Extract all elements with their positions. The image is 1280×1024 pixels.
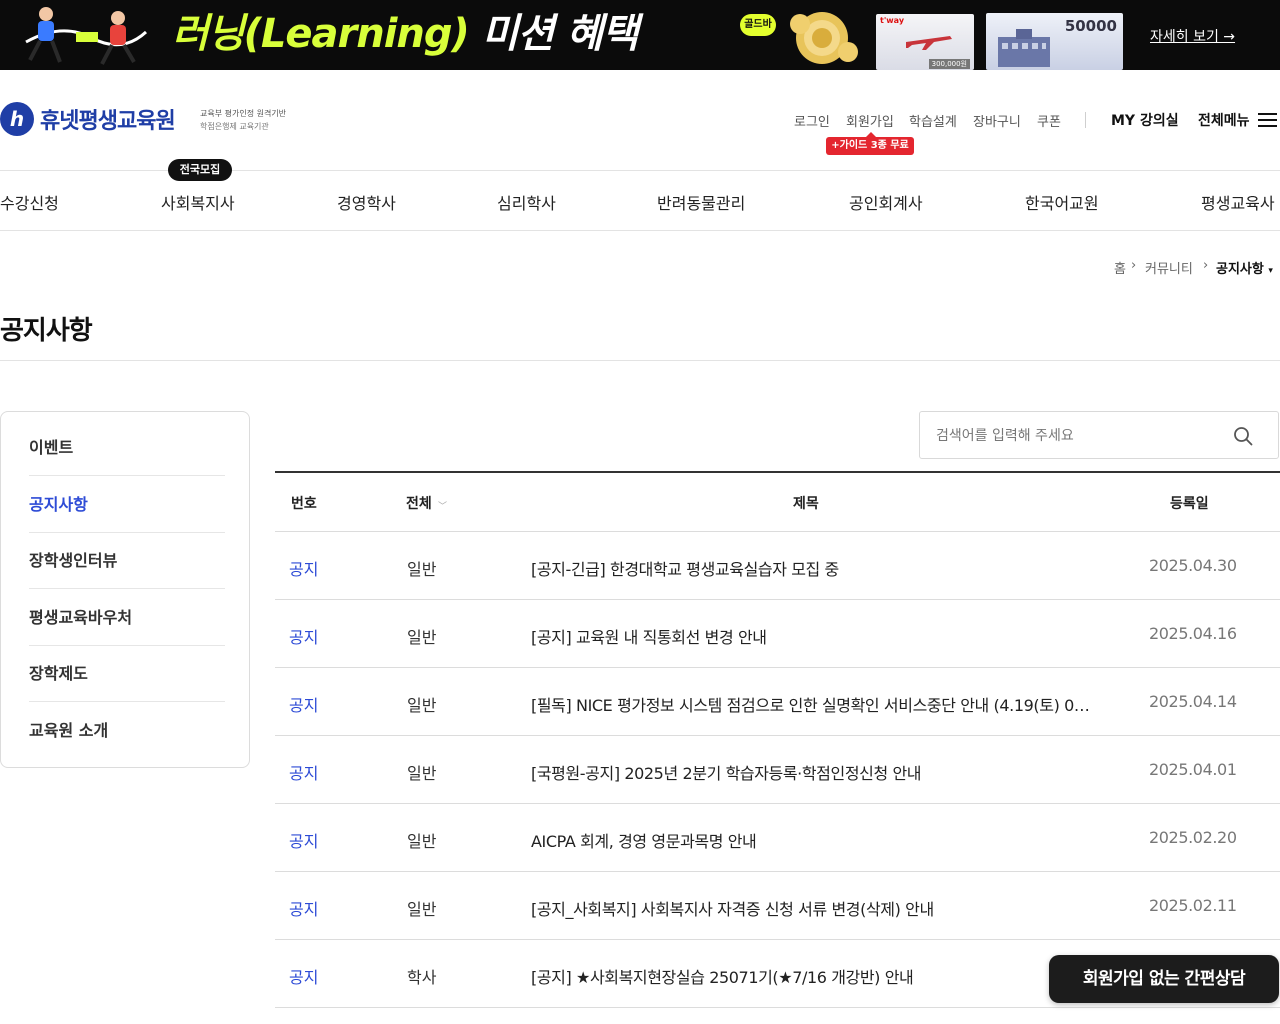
breadcrumb-community[interactable]: 커뮤니티 [1145,258,1193,277]
nationwide-badge: 전국모집 [168,159,232,181]
chevron-right-icon: › [1131,258,1137,273]
login-link[interactable]: 로그인 [794,111,830,130]
airplane-icon [906,36,952,50]
nav-item-pet-care[interactable]: 반려동물관리 [657,190,745,214]
row-title-link[interactable]: [공지] 교육원 내 직통회선 변경 안내 [531,624,1097,648]
row-number: 공지 [289,628,319,647]
site-logo[interactable]: h 휴넷평생교육원 교육부 평가인정 원격기반 학점은행제 교육기관 [0,101,300,141]
table-row[interactable]: 공지 일반 [공지_사회복지] 사회복지사 자격증 신청 서류 변경(삭제) 안… [275,872,1280,940]
caret-down-icon: ▾ [1268,266,1273,276]
sidebar-item-voucher[interactable]: 평생교육바우처 [29,590,225,646]
nav-item-enroll[interactable]: 수강신청 [0,190,59,214]
search-input[interactable] [936,424,1216,448]
row-category: 일반 [407,560,437,579]
runners-illustration-icon [25,7,148,65]
chevron-down-icon[interactable]: ﹀ [438,499,447,512]
row-category: 일반 [407,764,437,783]
row-date: 2025.02.20 [1149,828,1237,847]
row-number: 공지 [289,968,319,987]
table-row[interactable]: 공지 일반 [공지-긴급] 한경대학교 평생교육실습자 모집 중 2025.04… [275,532,1280,600]
gift-voucher-image: 50000 [986,13,1123,70]
nav-item-social-worker[interactable]: 사회복지사 [161,190,235,214]
row-category: 일반 [407,832,437,851]
nav-item-korean-teacher[interactable]: 한국어교원 [1025,190,1099,214]
row-number: 공지 [289,764,319,783]
logo-name: 휴넷평생교육원 [40,109,176,134]
sidebar-item-about[interactable]: 교육원 소개 [29,703,225,759]
quick-consult-button[interactable]: 회원가입 없는 간편상담 [1049,955,1279,1003]
table-row[interactable]: 공지 일반 [국평원-공지] 2025년 2분기 학습자등록·학점인정신청 안내… [275,736,1280,804]
all-menu-button[interactable]: 전체메뉴 [1198,110,1250,130]
row-category: 일반 [407,696,437,715]
logo-subtitle-2: 학점은행제 교육기관 [200,122,269,131]
row-title-link[interactable]: [국평원-공지] 2025년 2분기 학습자등록·학점인정신청 안내 [531,760,1097,784]
table-top-border [275,471,1280,473]
signup-link[interactable]: 회원가입 [846,111,894,130]
title-divider [0,360,1280,361]
row-title-link[interactable]: [공지] ★사회복지현장실습 25071기(★7/16 개강반) 안내 [531,964,1097,988]
gold-flower-icon [790,12,858,64]
row-category: 학사 [407,968,437,987]
coupon-link[interactable]: 쿠폰 [1037,111,1061,130]
search-icon[interactable] [1233,426,1253,446]
banner-more-link[interactable]: 자세히 보기 → [1150,26,1235,46]
nav-item-cpa[interactable]: 공인회계사 [849,190,923,214]
row-number: 공지 [289,560,319,579]
row-date: 2025.04.14 [1149,692,1237,711]
row-title-link[interactable]: [필독] NICE 평가정보 시스템 점검으로 인한 실명확인 서비스중단 안내… [531,692,1097,716]
voucher-amount: 50000 [1064,17,1117,35]
table-row[interactable]: 공지 일반 [공지] 교육원 내 직통회선 변경 안내 2025.04.16 [275,600,1280,668]
promo-banner[interactable]: 러닝(Learning) 미션 혜택 골드바 t'way 300,000원 50… [0,0,1280,70]
sidebar-item-scholarship[interactable]: 장학제도 [29,646,225,702]
row-date: 2025.02.11 [1149,896,1237,915]
search-box [919,411,1279,459]
sidebar: 이벤트 공지사항 장학생인터뷰 평생교육바우처 장학제도 교육원 소개 [0,411,250,768]
row-number: 공지 [289,900,319,919]
nav-item-business[interactable]: 경영학사 [337,190,396,214]
ticket-brand: t'way [880,16,905,25]
breadcrumb-current[interactable]: 공지사항 ▾ [1216,258,1273,277]
logo-subtitle-1: 교육부 평가인정 원격기반 [200,109,287,118]
row-title-link[interactable]: AICPA 회계, 경영 영문과목명 안내 [531,828,1097,852]
sidebar-item-notice[interactable]: 공지사항 [29,477,225,533]
chevron-right-icon: › [1203,258,1209,273]
breadcrumb-home[interactable]: 홈 [1114,258,1126,277]
row-number: 공지 [289,696,319,715]
row-date: 2025.04.01 [1149,760,1237,779]
table-row[interactable]: 공지 일반 AICPA 회계, 경영 영문과목명 안내 2025.02.20 [275,804,1280,872]
cart-link[interactable]: 장바구니 [973,111,1021,130]
category-filter[interactable]: 전체 [406,493,432,513]
row-title-link[interactable]: [공지-긴급] 한경대학교 평생교육실습자 모집 중 [531,556,1097,580]
ticket-price: 300,000원 [928,59,970,69]
row-date: 2025.04.16 [1149,624,1237,643]
row-category: 일반 [407,628,437,647]
column-header-date: 등록일 [1170,496,1209,512]
column-header-number: 번호 [291,496,317,512]
nav-divider-bottom [0,230,1280,231]
row-title-link[interactable]: [공지_사회복지] 사회복지사 자격증 신청 서류 변경(삭제) 안내 [531,896,1097,920]
air-ticket-image: t'way 300,000원 [876,14,974,70]
guide-free-badge: +가이드 3종 무료 [826,132,914,155]
my-class-link[interactable]: MY 강의실 [1111,110,1179,130]
page-title: 공지사항 [0,316,93,346]
column-header-title: 제목 [793,496,819,512]
row-category: 일반 [407,900,437,919]
table-row[interactable]: 공지 일반 [필독] NICE 평가정보 시스템 점검으로 인한 실명확인 서비… [275,668,1280,736]
building-icon [998,29,1050,67]
banner-title: 러닝(Learning) 미션 혜택 [172,11,639,57]
sidebar-item-event[interactable]: 이벤트 [29,420,225,476]
hamburger-icon[interactable] [1258,113,1277,127]
sidebar-item-scholar-interview[interactable]: 장학생인터뷰 [29,533,225,589]
util-divider [1085,112,1086,128]
study-plan-link[interactable]: 학습설계 [909,111,957,130]
nav-item-psychology[interactable]: 심리학사 [497,190,556,214]
row-date: 2025.04.30 [1149,556,1237,575]
row-number: 공지 [289,832,319,851]
logo-mark-icon: h [0,102,34,136]
nav-item-lifelong-edu[interactable]: 평생교육사 [1201,190,1275,214]
